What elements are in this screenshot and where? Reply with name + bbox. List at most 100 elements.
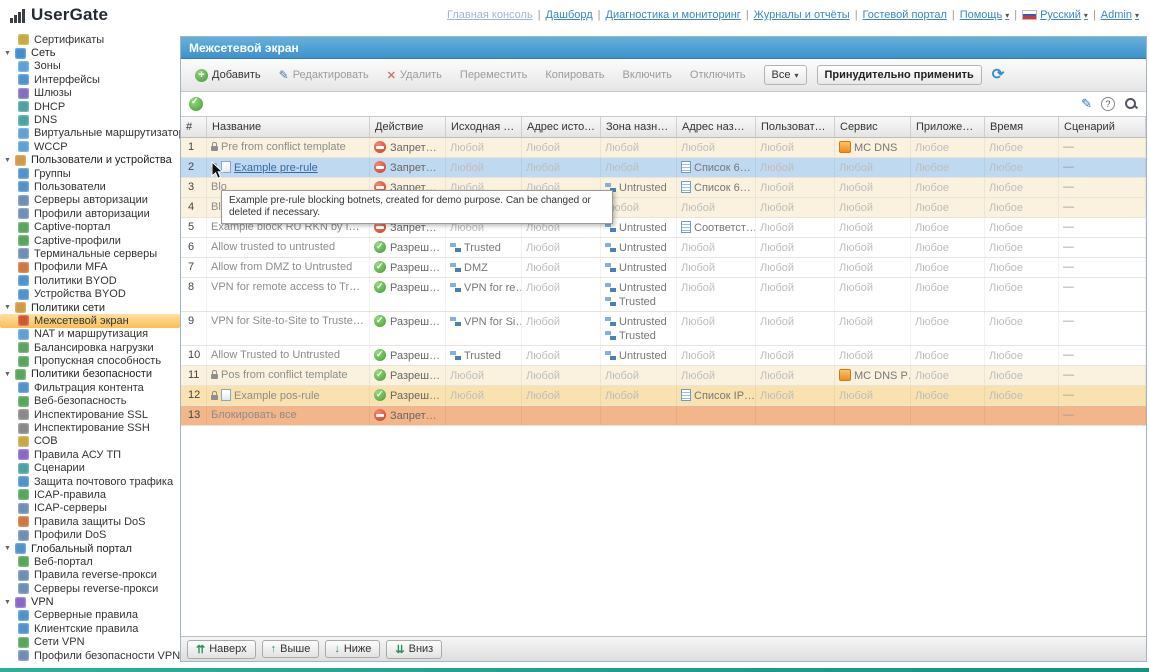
sidebar-item-mfa-profiles[interactable]: Профили MFA (0, 261, 180, 274)
sidebar-item-terminal-servers[interactable]: Терминальные серверы (0, 247, 180, 260)
sidebar-item-firewall[interactable]: Межсетевой экран (0, 314, 180, 327)
sidebar-item-groups[interactable]: Группы (0, 167, 180, 180)
edit-button[interactable]: ✎Редактировать (271, 64, 377, 86)
sidebar-item-auth-profiles[interactable]: Профили авторизации (0, 207, 180, 220)
top-button[interactable]: ⇈Наверх (187, 640, 256, 659)
sidebar-item-zones[interactable]: Зоны (0, 60, 180, 73)
table-row[interactable]: 2Example pre-ruleЗапретитьЛюбойЛюбойЛюбо… (181, 158, 1146, 178)
sidebar-item-ssh-inspection[interactable]: Инспектирование SSH (0, 421, 180, 434)
sidebar-item-byod-policies[interactable]: Политики BYOD (0, 274, 180, 287)
sidebar-section-global-portal[interactable]: ▼Глобальный портал (0, 542, 180, 555)
column-header-0[interactable]: # (181, 117, 207, 137)
sidebar-section-network[interactable]: ▼Сеть (0, 46, 180, 59)
column-header-3[interactable]: Исходная зо... (446, 117, 522, 137)
column-header-6[interactable]: Адрес назна... (677, 117, 756, 137)
edit-filter-icon[interactable]: ✎ (1081, 96, 1092, 112)
apply-button[interactable]: Принудительно применить (817, 65, 982, 85)
table-row[interactable]: 11Pos from conflict templateРазрешитьЛюб… (181, 366, 1146, 386)
column-header-2[interactable]: Действие (370, 117, 446, 137)
copy-button[interactable]: Копировать (537, 65, 612, 85)
sidebar-item-reverse-proxy-servers[interactable]: Серверы reverse-прокси (0, 582, 180, 595)
collapse-caret-icon[interactable]: ▼ (4, 545, 12, 552)
sidebar-item-ips[interactable]: СОВ (0, 435, 180, 448)
sidebar-section-vpn[interactable]: ▼VPN (0, 595, 180, 608)
sidebar-item-ssl-inspection[interactable]: Инспектирование SSL (0, 408, 180, 421)
sidebar-item-captive-portal[interactable]: Captive-портал (0, 220, 180, 233)
collapse-caret-icon[interactable]: ▼ (4, 157, 12, 164)
sidebar-item-icap-servers[interactable]: ICAP-серверы (0, 502, 180, 515)
sidebar-item-vpn-networks[interactable]: Сети VPN (0, 636, 180, 649)
column-header-1[interactable]: Название (207, 117, 370, 137)
table-row[interactable]: 8VPN for remote access to Trusted...Разр… (181, 278, 1146, 312)
collapse-caret-icon[interactable]: ▼ (4, 599, 12, 606)
sidebar-item-web-portal[interactable]: Веб-портал (0, 555, 180, 568)
column-header-10[interactable]: Время (985, 117, 1059, 137)
sidebar-item-auth-servers[interactable]: Серверы авторизации (0, 194, 180, 207)
table-row[interactable]: 12Example pos-ruleРазрешитьЛюбойЛюбойЛюб… (181, 386, 1146, 406)
sidebar-item-vpn-security-profiles[interactable]: Профили безопасности VPN (0, 649, 180, 662)
up-button[interactable]: ↑Выше (262, 640, 320, 658)
sidebar-item-vpn-server-rules[interactable]: Серверные правила (0, 609, 180, 622)
sidebar-item-content-filtering[interactable]: Фильтрация контента (0, 381, 180, 394)
sidebar-item-dos-profiles[interactable]: Профили DoS (0, 528, 180, 541)
sidebar-item-users[interactable]: Пользователи (0, 180, 180, 193)
sidebar-item-scada-rules[interactable]: Правила АСУ ТП (0, 448, 180, 461)
collapse-caret-icon[interactable]: ▼ (4, 371, 12, 378)
sidebar-item-byod-devices[interactable]: Устройства BYOD (0, 287, 180, 300)
sidebar-section-net-policies[interactable]: ▼Политики сети (0, 301, 180, 314)
nav-main-console[interactable]: Главная консоль (447, 9, 533, 21)
sidebar-item-nat[interactable]: NAT и маршрутизация (0, 328, 180, 341)
sidebar-item-web-security[interactable]: Веб-безопасность (0, 395, 180, 408)
move-button[interactable]: Переместить (452, 65, 535, 85)
column-header-8[interactable]: Сервис (835, 117, 911, 137)
table-row[interactable]: 6Allow trusted to untrustedРазрешитьTrus… (181, 238, 1146, 258)
sidebar-item-reverse-proxy-rules[interactable]: Правила reverse-прокси (0, 569, 180, 582)
help-icon[interactable]: ? (1101, 97, 1115, 111)
sidebar-item-wccp[interactable]: WCCP (0, 140, 180, 153)
column-header-7[interactable]: Пользователи (756, 117, 835, 137)
sidebar-item-certificates[interactable]: Сертификаты (0, 33, 180, 46)
nav-diagnostics-monitoring[interactable]: Диагностика и мониторинг (606, 9, 741, 21)
collapse-caret-icon[interactable]: ▼ (4, 50, 12, 57)
sidebar-section-sec-policies[interactable]: ▼Политики безопасности (0, 368, 180, 381)
sidebar-item-gateways[interactable]: Шлюзы (0, 87, 180, 100)
sidebar-item-dhcp[interactable]: DHCP (0, 100, 180, 113)
sidebar-item-captive-profiles[interactable]: Captive-профили (0, 234, 180, 247)
column-header-5[interactable]: Зона назнач... (601, 117, 677, 137)
sidebar-item-mail-protection[interactable]: Защита почтового трафика (0, 475, 180, 488)
nav-help[interactable]: Помощь▾ (960, 9, 1010, 21)
table-row[interactable]: 7Allow from DMZ to UntrustedРазрешитьDMZ… (181, 258, 1146, 278)
delete-button[interactable]: ✕Удалить (379, 65, 450, 86)
table-row[interactable]: 9VPN for Site-to-Site to Trusted an...Ра… (181, 312, 1146, 346)
sidebar-item-icap-rules[interactable]: ICAP-правила (0, 488, 180, 501)
table-row[interactable]: 13Блокировать всеЗапретить— (181, 406, 1146, 426)
bottom-button[interactable]: ⇊Вниз (386, 640, 442, 659)
nav-dashboard[interactable]: Дашборд (546, 9, 593, 21)
search-icon[interactable] (1124, 97, 1138, 111)
table-row[interactable]: 10Allow Trusted to UntrustedРазрешитьTru… (181, 346, 1146, 366)
nav-language[interactable]: Русский▾ (1022, 9, 1088, 21)
sidebar-item-dos-rules[interactable]: Правила защиты DoS (0, 515, 180, 528)
sidebar-item-routers[interactable]: Виртуальные маршрутизаторы (0, 127, 180, 140)
sidebar-item-dns[interactable]: DNS (0, 113, 180, 126)
nav-logs-reports[interactable]: Журналы и отчёты (754, 9, 850, 21)
sidebar-item-bandwidth[interactable]: Пропускная способность (0, 354, 180, 367)
sidebar-item-vpn-client-rules[interactable]: Клиентские правила (0, 622, 180, 635)
disable-button[interactable]: Отключить (682, 65, 754, 85)
sidebar-item-interfaces[interactable]: Интерфейсы (0, 73, 180, 86)
column-header-9[interactable]: Приложения (911, 117, 985, 137)
enable-button[interactable]: Включить (615, 65, 680, 85)
table-row[interactable]: 1Pre from conflict templateЗапретитьЛюбо… (181, 138, 1146, 158)
nav-guest-portal[interactable]: Гостевой портал (863, 9, 947, 21)
filter-select[interactable]: Все▾ (764, 65, 807, 85)
sidebar-section-users-devices[interactable]: ▼Пользователи и устройства (0, 154, 180, 167)
add-button[interactable]: +Добавить (187, 65, 269, 86)
sidebar-item-scenarios[interactable]: Сценарии (0, 462, 180, 475)
rule-name[interactable]: Example pre-rule (234, 162, 318, 174)
down-button[interactable]: ↓Ниже (325, 640, 380, 658)
sidebar-item-balancing[interactable]: Балансировка нагрузки (0, 341, 180, 354)
nav-admin[interactable]: Admin▾ (1101, 9, 1139, 21)
collapse-caret-icon[interactable]: ▼ (4, 304, 12, 311)
refresh-button[interactable]: ⟳ (984, 64, 1013, 86)
column-header-4[interactable]: Адрес источ... (522, 117, 601, 137)
